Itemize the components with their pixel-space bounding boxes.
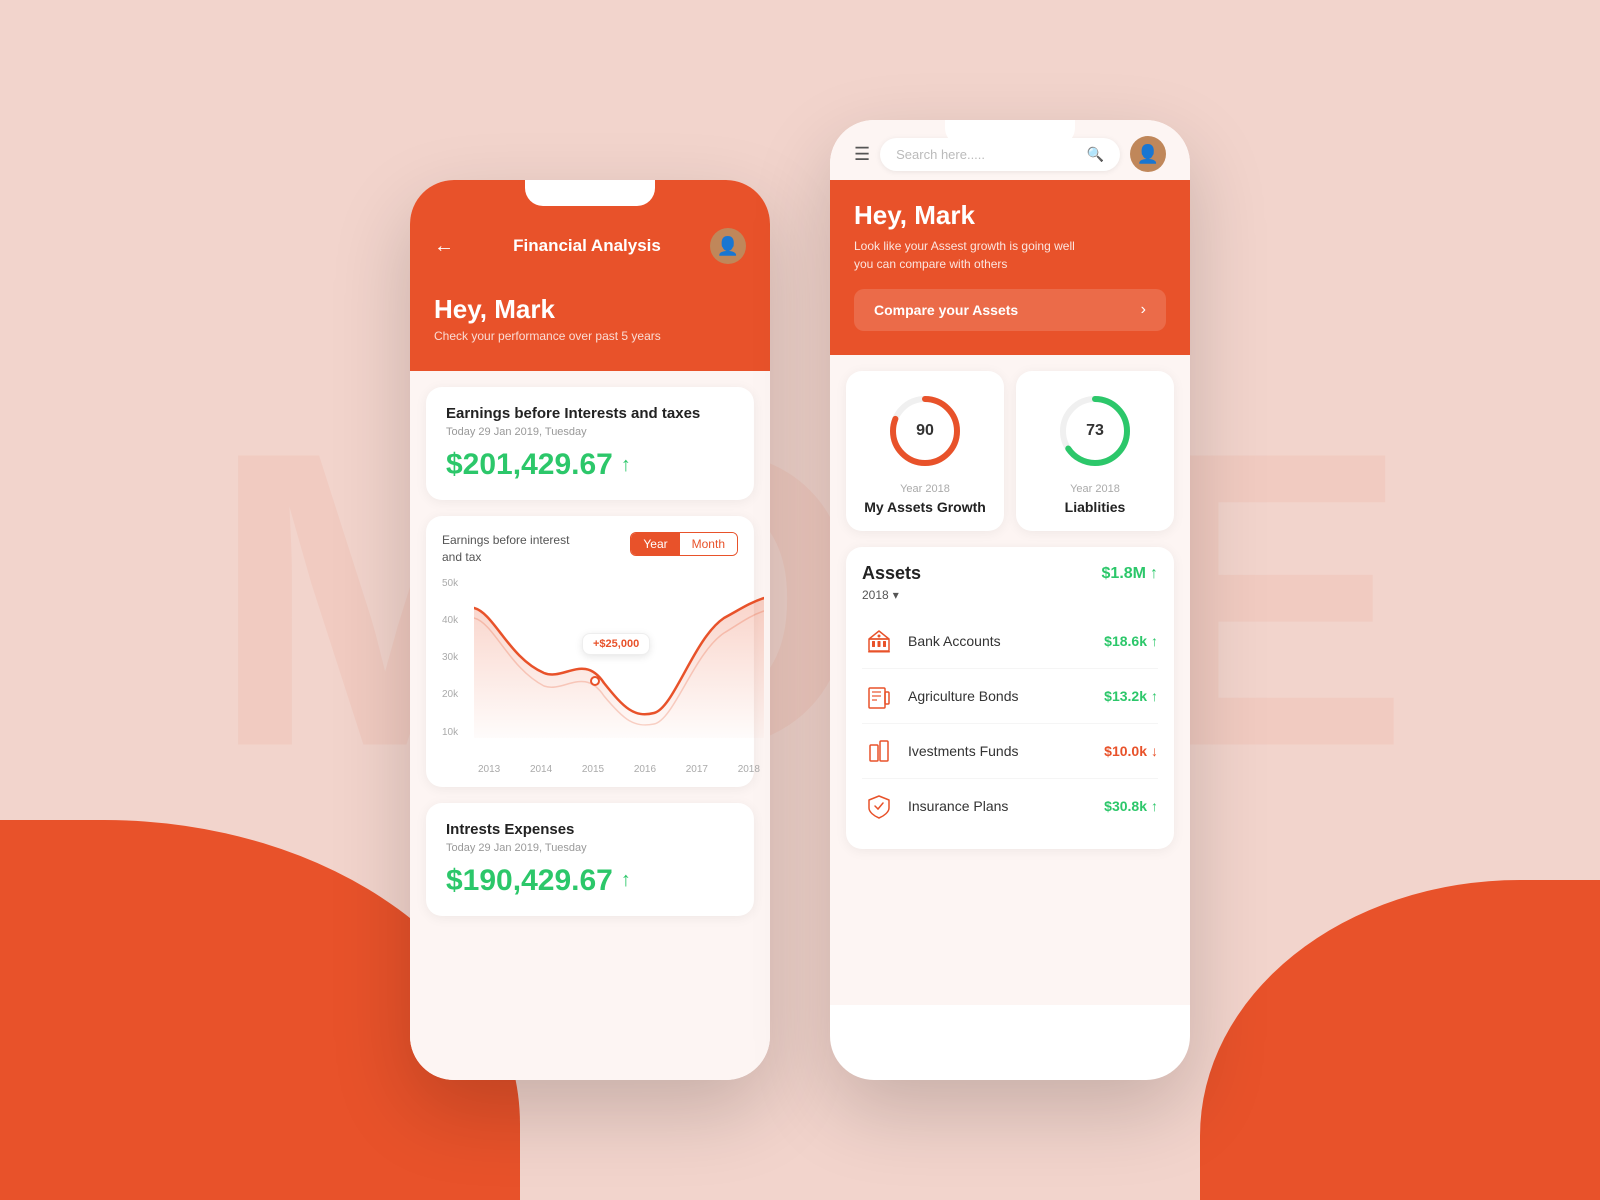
tab-month[interactable]: Month <box>680 533 737 555</box>
insurance-icon <box>865 792 893 820</box>
earnings-title: Earnings before Interests and taxes <box>446 405 734 422</box>
left-greeting-name: Hey, Mark <box>434 294 746 325</box>
phones-container: ← Financial Analysis 👤 Hey, Mark Check y… <box>410 120 1190 1080</box>
chart-header: Earnings before interest and tax Year Mo… <box>442 532 738 566</box>
agri-amount: $13.2k ↑ <box>1104 688 1158 704</box>
chart-tabs: Year Month <box>630 532 738 556</box>
investments-icon <box>865 737 893 765</box>
bank-trend-icon: ↑ <box>1151 633 1158 649</box>
left-greeting-sub: Check your performance over past 5 years <box>434 329 746 343</box>
back-arrow-icon[interactable]: ← <box>434 235 454 258</box>
insurance-amount: $30.8k ↑ <box>1104 798 1158 814</box>
year-2017: 2017 <box>686 764 708 775</box>
earnings-trend-icon: ↑ <box>621 454 631 477</box>
left-phone: ← Financial Analysis 👤 Hey, Mark Check y… <box>410 180 770 1080</box>
left-phone-body: Earnings before Interests and taxes Toda… <box>410 371 770 1080</box>
year-2014: 2014 <box>530 764 552 775</box>
bank-name: Bank Accounts <box>908 633 1092 649</box>
insurance-name: Insurance Plans <box>908 798 1092 814</box>
tab-year[interactable]: Year <box>631 533 679 555</box>
y-label-50k: 50k <box>442 578 472 589</box>
interest-title: Intrests Expenses <box>446 821 734 838</box>
compare-btn-text: Compare your Assets <box>874 302 1018 318</box>
assets-title: Assets <box>862 563 921 584</box>
liabilities-value: 73 <box>1086 422 1104 440</box>
assets-header: Assets $1.8M ↑ <box>862 563 1158 584</box>
agri-name: Agriculture Bonds <box>908 688 1092 704</box>
assets-year-selector[interactable]: 2018 ▾ <box>862 588 1158 602</box>
asset-row-agri[interactable]: Agriculture Bonds $13.2k ↑ <box>862 669 1158 724</box>
liabilities-year: Year 2018 <box>1070 483 1120 495</box>
interest-amount: $190,429.67 ↑ <box>446 864 734 898</box>
earnings-amount: $201,429.67 ↑ <box>446 448 734 482</box>
y-label-10k: 10k <box>442 727 472 738</box>
left-phone-notch <box>525 180 655 206</box>
right-phone-notch <box>945 120 1075 146</box>
assets-growth-year: Year 2018 <box>900 483 950 495</box>
interest-trend-icon: ↑ <box>621 869 631 892</box>
insurance-trend-icon: ↑ <box>1151 798 1158 814</box>
insurance-icon-wrap <box>862 789 896 823</box>
liabilities-progress: 73 <box>1055 391 1135 471</box>
invest-amount: $10.0k ↓ <box>1104 743 1158 759</box>
agri-trend-icon: ↑ <box>1151 688 1158 704</box>
assets-growth-value: 90 <box>916 422 934 440</box>
invest-name: Ivestments Funds <box>908 743 1092 759</box>
compare-btn-arrow-icon: › <box>1141 301 1146 319</box>
search-placeholder: Search here..... <box>896 147 1078 162</box>
asset-row-bank[interactable]: Bank Accounts $18.6k ↑ <box>862 614 1158 669</box>
year-2015: 2015 <box>582 764 604 775</box>
liabilities-card: 73 Year 2018 Liablities <box>1016 371 1174 531</box>
chart-tooltip: +$25,000 <box>582 633 650 655</box>
assets-section: Assets $1.8M ↑ 2018 ▾ <box>846 547 1174 849</box>
agri-icon-wrap <box>862 679 896 713</box>
chart-x-axis: 2013 2014 2015 2016 2017 2018 <box>474 764 764 775</box>
left-greeting-section: Hey, Mark Check your performance over pa… <box>410 294 770 371</box>
chart-svg <box>474 578 764 738</box>
right-avatar: 👤 <box>1130 136 1166 172</box>
search-icon: 🔍 <box>1087 146 1104 163</box>
chart-section: Earnings before interest and tax Year Mo… <box>426 516 754 787</box>
left-avatar: 👤 <box>710 228 746 264</box>
invest-icon-wrap <box>862 734 896 768</box>
asset-row-invest[interactable]: Ivestments Funds $10.0k ↓ <box>862 724 1158 779</box>
invest-trend-icon: ↓ <box>1151 743 1158 759</box>
liabilities-title: Liablities <box>1065 499 1126 515</box>
assets-total: $1.8M ↑ <box>1102 565 1158 583</box>
right-hero-sub: Look like your Assest growth is going we… <box>854 237 1166 273</box>
y-label-30k: 30k <box>442 652 472 663</box>
interest-card: Intrests Expenses Today 29 Jan 2019, Tue… <box>426 803 754 916</box>
assets-year-chevron: ▾ <box>893 588 899 602</box>
y-label-20k: 20k <box>442 689 472 700</box>
y-label-40k: 40k <box>442 615 472 626</box>
asset-row-insurance[interactable]: Insurance Plans $30.8k ↑ <box>862 779 1158 833</box>
interest-date: Today 29 Jan 2019, Tuesday <box>446 842 734 854</box>
bank-icon <box>865 627 893 655</box>
chart-label: Earnings before interest and tax <box>442 532 582 566</box>
year-2018: 2018 <box>738 764 760 775</box>
right-hero: Hey, Mark Look like your Assest growth i… <box>830 180 1190 355</box>
year-2016: 2016 <box>634 764 656 775</box>
left-phone-title: Financial Analysis <box>464 236 710 256</box>
agriculture-icon <box>865 682 893 710</box>
right-greeting-name: Hey, Mark <box>854 200 1166 231</box>
bank-amount: $18.6k ↑ <box>1104 633 1158 649</box>
blob-right <box>1200 880 1600 1200</box>
assets-growth-progress: 90 <box>885 391 965 471</box>
compare-assets-button[interactable]: Compare your Assets › <box>854 289 1166 331</box>
earnings-date: Today 29 Jan 2019, Tuesday <box>446 426 734 438</box>
year-2013: 2013 <box>478 764 500 775</box>
assets-growth-title: My Assets Growth <box>864 499 986 515</box>
asset-cards-row: 90 Year 2018 My Assets Growth 73 Year 20… <box>846 371 1174 531</box>
bank-icon-wrap <box>862 624 896 658</box>
earnings-card: Earnings before Interests and taxes Toda… <box>426 387 754 500</box>
hamburger-icon[interactable]: ☰ <box>854 144 870 165</box>
right-phone: ☰ Search here..... 🔍 👤 Hey, Mark Look li… <box>830 120 1190 1080</box>
right-phone-body: 90 Year 2018 My Assets Growth 73 Year 20… <box>830 355 1190 1005</box>
assets-growth-card: 90 Year 2018 My Assets Growth <box>846 371 1004 531</box>
chart-dot <box>590 676 600 686</box>
assets-total-arrow: ↑ <box>1150 565 1158 583</box>
chart-container: 50k 40k 30k 20k 10k <box>442 578 738 758</box>
